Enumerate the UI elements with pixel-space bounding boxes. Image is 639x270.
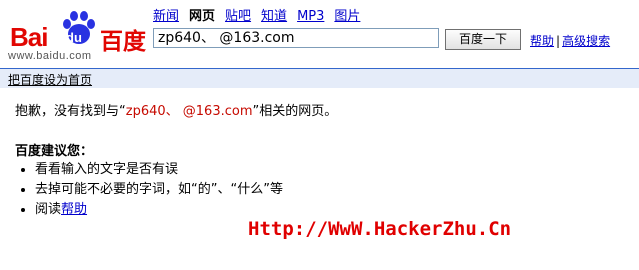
no-result-message: 抱歉，没有找到与“zp640、 @163.com”相关的网页。 [15, 100, 337, 119]
logo-text-bai: Bai [10, 22, 48, 52]
nav-item-web: 网页 [189, 9, 216, 24]
search-input[interactable]: zp640、 @163.com [153, 28, 439, 48]
logo-text-du: du [66, 30, 82, 45]
logo-text-cn: 百度 [100, 29, 146, 55]
read-prefix: 阅读 [35, 202, 62, 217]
help-link-suggestion[interactable]: 帮助 [61, 202, 87, 217]
advanced-search-link[interactable]: 高级搜索 [562, 34, 610, 48]
suggestion-item: 阅读帮助 [35, 200, 283, 220]
suggestion-item: 看看输入的文字是否有误 [35, 160, 283, 180]
suggestion-item: 去掉可能不必要的字词，如“的”、“什么”等 [35, 180, 283, 200]
suggestions-title: 百度建议您： [15, 144, 94, 159]
baidu-logo[interactable]: Bai du 百度 www.baidu.com [8, 6, 148, 62]
nav-item-mp3[interactable]: MP3 [297, 9, 324, 24]
nav-item-news[interactable]: 新闻 [153, 9, 179, 24]
nav-item-zhidao[interactable]: 知道 [261, 9, 287, 24]
nav-item-tieba[interactable]: 贴吧 [225, 9, 251, 24]
watermark-text: Http://WwW.HackerZhu.Cn [248, 218, 512, 240]
message-prefix: 抱歉，没有找到与“ [15, 104, 126, 119]
sub-header-bar: 把百度设为首页 [0, 68, 639, 88]
help-link[interactable]: 帮助 [530, 34, 554, 48]
query-text: zp640、 @163.com [125, 104, 253, 119]
nav-item-images[interactable]: 图片 [334, 9, 360, 24]
logo-url: www.baidu.com [8, 50, 92, 62]
search-button[interactable]: 百度一下 [445, 29, 521, 50]
suggestions-list: 看看输入的文字是否有误 去掉可能不必要的字词，如“的”、“什么”等 阅读帮助 [15, 160, 283, 220]
header-links: 帮助 | 高级搜索 [530, 32, 610, 49]
message-suffix: ”相关的网页。 [252, 104, 338, 119]
set-homepage-link[interactable]: 把百度设为首页 [8, 71, 92, 88]
top-nav: 新闻 网页 贴吧 知道 MP3 图片 [153, 5, 370, 24]
link-separator: | [556, 34, 561, 48]
